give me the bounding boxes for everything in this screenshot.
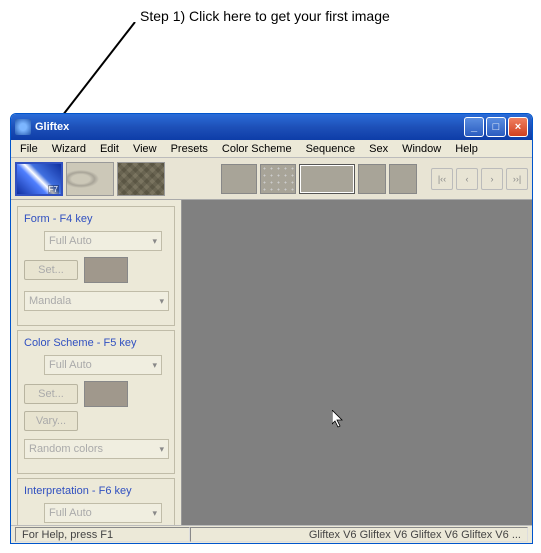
form-panel: Form - F4 key Full Auto ▾ Set... Mandala… [17,206,175,326]
status-help: For Help, press F1 [15,527,190,542]
menu-sex[interactable]: Sex [362,142,395,156]
wizard-button[interactable]: F7 [15,162,63,196]
menu-edit[interactable]: Edit [93,142,126,156]
color-panel: Color Scheme - F5 key Full Auto ▾ Set...… [17,330,175,474]
swatch-1[interactable] [221,164,257,194]
close-button[interactable]: × [508,117,528,137]
menu-sequence[interactable]: Sequence [299,142,363,156]
color-type-dropdown[interactable]: Random colors ▾ [24,439,169,459]
swatch-3-selected[interactable] [299,164,355,194]
form-mode-dropdown[interactable]: Full Auto ▾ [44,231,162,251]
texture-button-1[interactable] [66,162,114,196]
nav-next-button[interactable]: › [481,168,503,190]
status-version: Gliftex V6 Gliftex V6 Gliftex V6 Gliftex… [190,527,528,542]
chevron-down-icon: ▾ [152,508,157,519]
nav-last-button[interactable]: ››| [506,168,528,190]
interp-panel: Interpretation - F6 key Full Auto ▾ Set.… [17,478,175,525]
color-vary-button[interactable]: Vary... [24,411,78,431]
color-type-value: Random colors [29,443,103,455]
color-panel-title: Color Scheme - F5 key [24,337,168,349]
statusbar: For Help, press F1 Gliftex V6 Gliftex V6… [11,525,532,543]
swatch-4[interactable] [358,164,386,194]
interp-mode-value: Full Auto [49,507,92,519]
color-mode-value: Full Auto [49,359,92,371]
titlebar: Gliftex _ □ × [11,114,532,140]
menubar: File Wizard Edit View Presets Color Sche… [11,140,532,158]
nav-first-button[interactable]: |‹‹ [431,168,453,190]
form-panel-title: Form - F4 key [24,213,168,225]
menu-help[interactable]: Help [448,142,485,156]
body-area: Form - F4 key Full Auto ▾ Set... Mandala… [11,200,532,525]
swatch-2[interactable] [260,164,296,194]
swatch-5[interactable] [389,164,417,194]
toolbar: F7 |‹‹ ‹ › ››| [11,158,532,200]
form-set-button[interactable]: Set... [24,260,78,280]
app-icon [15,119,31,135]
chevron-down-icon: ▾ [159,296,164,307]
minimize-button[interactable]: _ [464,117,484,137]
menu-window[interactable]: Window [395,142,448,156]
instruction-text: Step 1) Click here to get your first ima… [140,8,390,24]
interp-mode-dropdown[interactable]: Full Auto ▾ [44,503,162,523]
cursor-icon [332,410,346,433]
app-window: Gliftex _ □ × File Wizard Edit View Pres… [10,113,533,544]
maximize-button[interactable]: □ [486,117,506,137]
chevron-down-icon: ▾ [152,360,157,371]
nav-prev-button[interactable]: ‹ [456,168,478,190]
sidebar: Form - F4 key Full Auto ▾ Set... Mandala… [11,200,181,525]
interp-panel-title: Interpretation - F6 key [24,485,168,497]
texture-button-2[interactable] [117,162,165,196]
color-set-button[interactable]: Set... [24,384,78,404]
chevron-down-icon: ▾ [159,444,164,455]
color-preview-swatch [84,381,128,407]
menu-colorscheme[interactable]: Color Scheme [215,142,299,156]
menu-file[interactable]: File [13,142,45,156]
color-mode-dropdown[interactable]: Full Auto ▾ [44,355,162,375]
chevron-down-icon: ▾ [152,236,157,247]
menu-presets[interactable]: Presets [164,142,215,156]
form-mode-value: Full Auto [49,235,92,247]
wizard-key-label: F7 [48,185,59,194]
menu-wizard[interactable]: Wizard [45,142,93,156]
form-type-value: Mandala [29,295,71,307]
canvas-area[interactable] [181,200,532,525]
form-preview-swatch [84,257,128,283]
menu-view[interactable]: View [126,142,164,156]
window-title: Gliftex [35,121,462,133]
form-type-dropdown[interactable]: Mandala ▾ [24,291,169,311]
